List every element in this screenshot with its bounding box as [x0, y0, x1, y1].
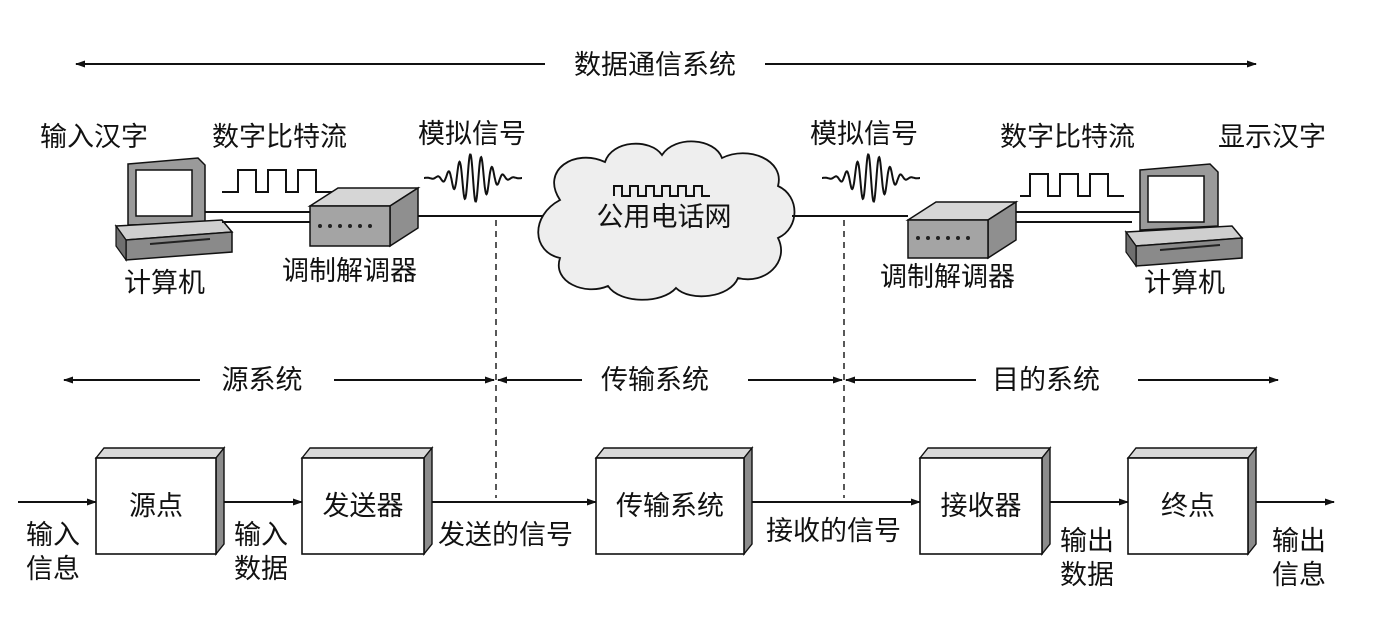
data-communication-diagram: 数据通信系统 输入汉字 数字比特流 模拟信号 模拟信号 数字比特流 显示汉字 计…	[18, 50, 1335, 591]
box-transmitter: 发送器	[300, 446, 434, 556]
section-source-label: 源系统	[222, 365, 303, 396]
section-source: 源系统	[63, 365, 495, 396]
left-computer-icon	[114, 157, 234, 262]
output-info-label-line1: 输出	[1272, 526, 1326, 557]
input-info-label-line2: 信息	[26, 554, 80, 585]
right-bitstream-label: 数字比特流	[1000, 122, 1135, 153]
right-square-wave-icon	[1020, 173, 1124, 197]
output-info-label-line2: 信息	[1272, 560, 1326, 591]
right-analog-wave-icon	[822, 153, 920, 203]
left-modem-label: 调制解调器	[282, 256, 417, 287]
section-transmission: 传输系统	[497, 365, 843, 396]
output-data-label-line2: 数据	[1060, 560, 1114, 591]
box-destination: 终点	[1126, 446, 1258, 556]
box-transmission: 传输系统	[594, 446, 754, 556]
section-destination: 目的系统	[845, 365, 1279, 396]
left-square-wave-icon	[222, 169, 332, 193]
right-modem-label: 调制解调器	[880, 262, 1015, 293]
sent-signal-label: 发送的信号	[438, 520, 573, 551]
left-analog-wave-icon	[424, 153, 522, 203]
right-computer-label: 计算机	[1144, 268, 1225, 299]
title-span: 数据通信系统	[75, 50, 1257, 81]
title-label: 数据通信系统	[574, 50, 736, 81]
box-source-label: 源点	[129, 491, 183, 522]
left-analog-label: 模拟信号	[418, 119, 526, 150]
display-chinese-label: 显示汉字	[1218, 122, 1326, 153]
right-computer-icon	[1124, 163, 1244, 268]
box-transmitter-label: 发送器	[323, 491, 404, 522]
section-destination-label: 目的系统	[992, 365, 1100, 396]
right-analog-label: 模拟信号	[810, 119, 918, 150]
left-bitstream-label: 数字比特流	[212, 122, 347, 153]
input-data-label-line1: 输入	[234, 520, 288, 551]
box-receiver: 接收器	[918, 446, 1052, 556]
received-signal-label: 接收的信号	[766, 516, 901, 547]
right-modem-icon	[905, 200, 1019, 260]
input-info-label-line1: 输入	[26, 520, 80, 551]
box-source: 源点	[94, 446, 226, 556]
section-transmission-label: 传输系统	[601, 365, 709, 396]
phone-network-label: 公用电话网	[597, 202, 732, 233]
left-modem-icon	[307, 186, 421, 248]
left-computer-label: 计算机	[124, 268, 205, 299]
box-destination-label: 终点	[1161, 491, 1215, 522]
box-transmission-label: 传输系统	[616, 491, 724, 522]
box-receiver-label: 接收器	[941, 491, 1022, 522]
input-data-label-line2: 数据	[234, 554, 288, 585]
output-data-label-line1: 输出	[1060, 526, 1114, 557]
input-chinese-label: 输入汉字	[40, 122, 148, 153]
